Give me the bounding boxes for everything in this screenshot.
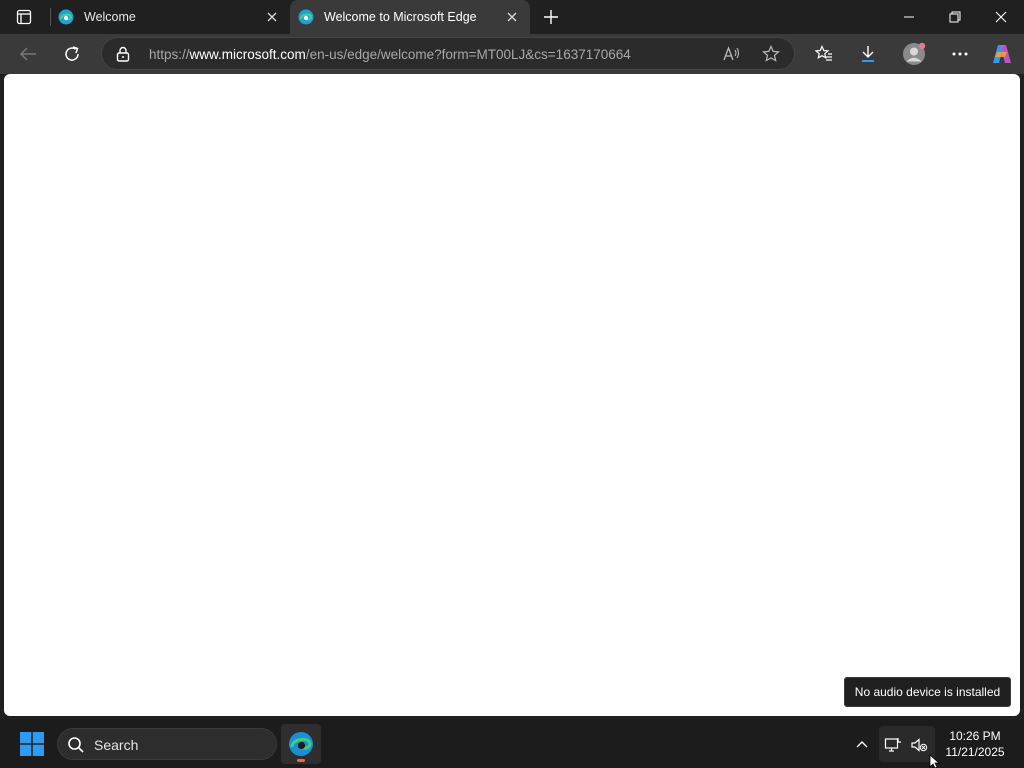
edge-icon [58, 9, 74, 25]
address-bar[interactable]: https://www.microsoft.com/en-us/edge/wel… [101, 37, 795, 70]
quick-settings-button[interactable] [879, 726, 935, 762]
show-hidden-icons-button[interactable] [850, 732, 874, 756]
download-icon [862, 46, 874, 62]
new-tab-button[interactable] [538, 5, 564, 29]
search-icon [68, 737, 84, 753]
profile-button[interactable] [898, 38, 930, 70]
windows-logo-icon [20, 732, 44, 756]
star-icon [762, 45, 780, 62]
taskbar-search-box[interactable]: Search [57, 728, 277, 760]
search-placeholder: Search [94, 737, 139, 753]
tab-close-button[interactable] [502, 7, 522, 27]
url-path: /en-us/edge/welcome?form=MT00LJ&cs=16371… [305, 47, 631, 62]
refresh-icon [65, 46, 79, 61]
back-arrow-icon [19, 47, 36, 61]
url-text: https://www.microsoft.com/en-us/edge/wel… [149, 47, 631, 62]
url-host: www.microsoft.com [189, 47, 306, 62]
minimize-button[interactable] [886, 0, 932, 34]
close-icon [995, 11, 1007, 23]
chevron-up-icon [856, 741, 868, 748]
back-button[interactable] [12, 38, 44, 70]
tab-actions-button[interactable] [6, 4, 42, 30]
tab-close-button[interactable] [262, 7, 282, 27]
tab-actions-icon [16, 9, 32, 25]
url-prefix: https:// [149, 47, 190, 62]
title-bar: Welcome Welcome to Microsoft Edge [0, 0, 1024, 34]
tab-welcome[interactable]: Welcome [50, 0, 290, 34]
taskbar: Search 10:26 PM 11/21/2025 [0, 720, 1024, 768]
restore-button[interactable] [932, 0, 978, 34]
refresh-button[interactable] [56, 38, 88, 70]
running-indicator [297, 759, 305, 762]
speaker-muted-icon [909, 735, 929, 755]
lock-icon [116, 46, 130, 62]
avatar-icon [903, 42, 926, 65]
edge-icon [298, 9, 314, 25]
favorites-button[interactable] [808, 38, 840, 70]
favorite-star-button[interactable] [758, 42, 784, 66]
clock-date: 11/21/2025 [945, 745, 1005, 759]
close-window-button[interactable] [978, 0, 1024, 34]
network-icon [883, 735, 903, 755]
browser-toolbar: https://www.microsoft.com/en-us/edge/wel… [0, 34, 1024, 74]
audio-notification-tooltip: No audio device is installed [844, 677, 1011, 707]
downloads-button[interactable] [852, 38, 884, 70]
toast-text: No audio device is installed [854, 685, 1001, 699]
tab-title: Welcome [84, 10, 136, 24]
mouse-cursor-icon [929, 754, 941, 768]
tab-welcome-to-edge[interactable]: Welcome to Microsoft Edge [290, 0, 530, 34]
close-icon [267, 12, 277, 22]
clock-time: 10:26 PM [949, 729, 1001, 743]
settings-more-button[interactable] [944, 38, 976, 70]
copilot-icon [993, 45, 1011, 63]
restore-icon [949, 11, 961, 23]
close-icon [507, 12, 517, 22]
page-content-area[interactable] [4, 74, 1020, 716]
copilot-button[interactable] [986, 38, 1018, 70]
start-button[interactable] [14, 728, 50, 760]
taskbar-edge-button[interactable] [281, 724, 321, 764]
favorites-icon [815, 45, 832, 61]
read-aloud-icon [723, 46, 740, 61]
edge-icon [289, 732, 313, 756]
more-dots-icon [952, 52, 968, 56]
taskbar-clock[interactable]: 10:26 PM 11/21/2025 [940, 728, 1010, 760]
tab-title: Welcome to Microsoft Edge [324, 10, 477, 24]
minimize-icon [904, 16, 914, 18]
read-aloud-button[interactable] [719, 42, 745, 66]
plus-icon [544, 10, 558, 24]
